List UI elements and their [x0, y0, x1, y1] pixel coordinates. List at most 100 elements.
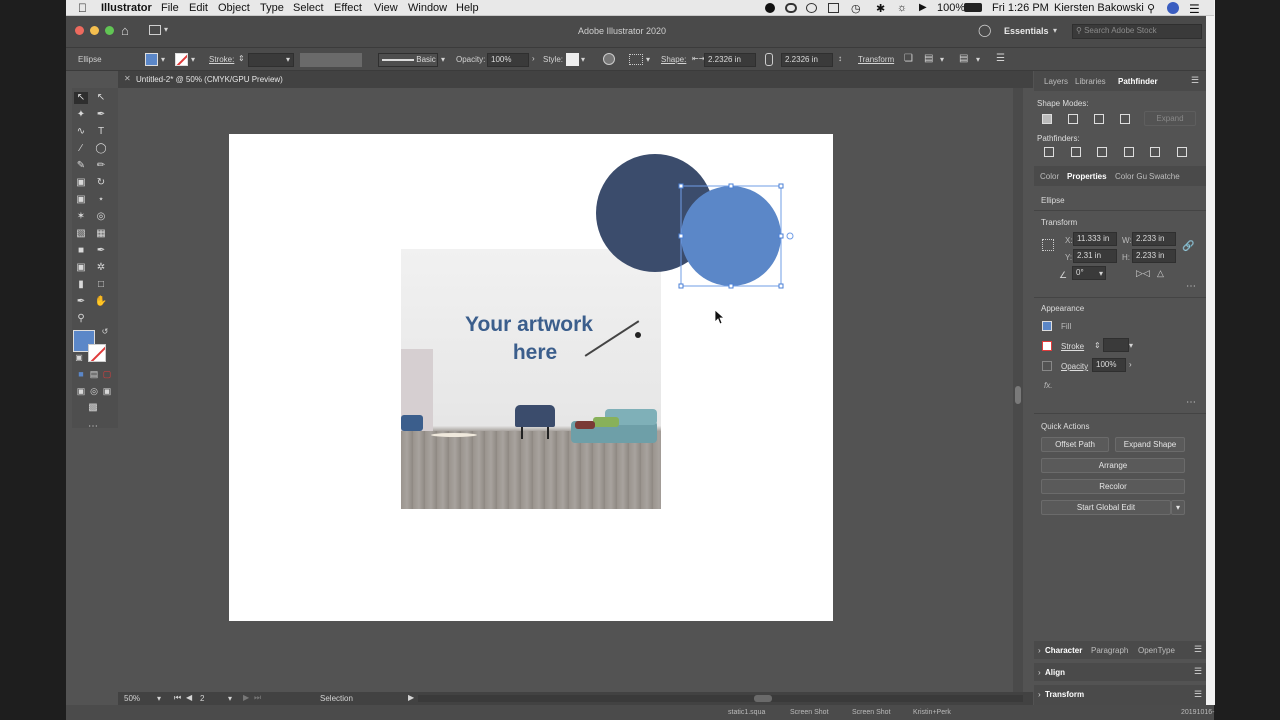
constrain-link-icon[interactable] — [765, 53, 773, 66]
stroke-stepper[interactable]: ⇕ — [1094, 341, 1101, 350]
status-tool-name[interactable]: Selection — [320, 694, 353, 703]
tab-opentype[interactable]: OpenType — [1138, 646, 1175, 655]
paintbrush-tool-icon[interactable]: ✎ — [74, 160, 88, 172]
wifi-icon[interactable]: ☼ — [897, 2, 907, 14]
line-tool-icon[interactable]: ∕ — [74, 143, 88, 155]
chevron-down-icon[interactable]: ▾ — [1171, 500, 1185, 515]
eye-icon[interactable] — [806, 3, 817, 13]
tab-align[interactable]: Align — [1045, 668, 1065, 677]
desktop-file[interactable]: static1.squa — [728, 709, 765, 716]
variable-width-profile[interactable] — [300, 53, 362, 67]
menu-effect[interactable]: Effect — [334, 2, 362, 14]
align-grid-icon[interactable] — [629, 54, 643, 65]
hand-tool-icon[interactable]: ✋ — [94, 296, 108, 308]
close-tab-icon[interactable]: ✕ — [124, 74, 131, 83]
recolor-artwork-icon[interactable] — [603, 53, 615, 65]
pie-widget-handle[interactable] — [786, 232, 794, 240]
merge-icon[interactable] — [1097, 147, 1107, 157]
eyedropper-tool-icon[interactable]: ✒ — [94, 245, 108, 257]
chevron-right-icon[interactable]: › — [1129, 360, 1132, 369]
opacity-appearance-input[interactable]: 100% — [1092, 358, 1126, 372]
menu-clock[interactable]: Fri 1:26 PM — [992, 2, 1049, 14]
desktop-file[interactable]: Screen Shot — [852, 709, 891, 716]
more-tools-icon[interactable]: ⋯ — [86, 421, 100, 433]
transform-link[interactable]: Transform — [858, 55, 894, 64]
stroke-label[interactable]: Stroke: — [209, 55, 234, 64]
opacity-appearance-label[interactable]: Opacity — [1061, 362, 1088, 371]
chevron-down-icon[interactable]: ▾ — [441, 55, 445, 64]
graphic-style-swatch[interactable] — [566, 53, 579, 66]
spotlight-icon[interactable]: ⚲ — [1147, 2, 1155, 15]
tab-libraries[interactable]: Libraries — [1075, 77, 1106, 86]
close-window-button[interactable] — [75, 26, 84, 35]
apple-icon[interactable]:  — [78, 1, 87, 15]
tab-transform[interactable]: Transform — [1045, 690, 1084, 699]
column-graph-tool-icon[interactable]: ▮ — [74, 279, 88, 291]
screen-icon[interactable] — [828, 3, 839, 13]
next-artboard-icon[interactable]: ▶ — [243, 693, 249, 702]
more-options-icon[interactable]: ⋯ — [1186, 281, 1196, 292]
tab-color-guide[interactable]: Color Gu — [1115, 172, 1147, 181]
blend-tool-icon[interactable]: ▣ — [74, 262, 88, 274]
width-tool-icon[interactable]: ⋆ — [94, 194, 108, 206]
panel-menu-icon[interactable]: ☰ — [1191, 75, 1199, 86]
eraser-tool-icon[interactable]: ▣ — [74, 177, 88, 189]
gradient-mode-icon[interactable]: ▤ — [87, 368, 101, 380]
horizontal-scrollbar[interactable] — [418, 695, 1023, 702]
shape-label[interactable]: Shape: — [661, 55, 686, 64]
collapse-icon[interactable]: › — [1038, 690, 1041, 699]
offset-path-button[interactable]: Offset Path — [1041, 437, 1109, 452]
fx-icon[interactable]: fx. — [1044, 381, 1052, 390]
ellipse-tool-icon[interactable]: ◯ — [94, 143, 108, 155]
crop-icon[interactable] — [1124, 147, 1134, 157]
chevron-down-icon[interactable]: ▾ — [157, 694, 161, 703]
puppet-warp-tool-icon[interactable]: ✶ — [74, 211, 88, 223]
chevron-down-icon[interactable]: ▾ — [1129, 341, 1133, 350]
scale-tool-icon[interactable]: ▣ — [74, 194, 88, 206]
shape-builder-tool-icon[interactable]: ◎ — [94, 211, 108, 223]
chevron-down-icon[interactable]: ▾ — [1099, 269, 1103, 278]
tab-character[interactable]: Character — [1045, 646, 1082, 655]
chevron-right-icon[interactable]: ▶ — [408, 693, 414, 702]
expand-button[interactable]: Expand — [1144, 111, 1196, 126]
constrain-proportions-icon[interactable]: 🔗 — [1182, 241, 1194, 252]
shape-width-input[interactable]: 2.2326 in — [704, 53, 756, 67]
stroke-weight-field[interactable] — [1103, 338, 1129, 352]
panel-menu-icon[interactable]: ☰ — [1194, 644, 1202, 655]
curvature-tool-icon[interactable]: ∿ — [74, 126, 88, 138]
isolate-group-icon[interactable]: ❏ — [904, 53, 913, 64]
distribute-icon[interactable]: ▤ — [959, 53, 968, 64]
menu-object[interactable]: Object — [218, 2, 250, 14]
panel-menu-icon[interactable]: ☰ — [996, 53, 1005, 64]
recolor-button[interactable]: Recolor — [1041, 479, 1185, 494]
artboard[interactable]: Your artwork here — [229, 134, 833, 621]
artboard-number[interactable]: 2 — [200, 694, 204, 703]
zoom-level[interactable]: 50% — [124, 694, 140, 703]
menu-edit[interactable]: Edit — [189, 2, 208, 14]
chevron-down-icon[interactable]: ▾ — [228, 694, 232, 703]
chevron-down-icon[interactable]: ▾ — [161, 55, 165, 64]
chevron-down-icon[interactable]: ▾ — [286, 55, 290, 64]
collapse-icon[interactable]: › — [1038, 646, 1041, 655]
shape-height-input[interactable]: 2.2326 in — [781, 53, 833, 67]
draw-mode-icon[interactable]: ▣ — [74, 385, 88, 397]
start-global-edit-button[interactable]: Start Global Edit — [1041, 500, 1171, 515]
none-mode-icon[interactable]: ▢ — [100, 368, 114, 380]
trim-icon[interactable] — [1071, 147, 1081, 157]
minus-back-icon[interactable] — [1177, 147, 1187, 157]
tab-swatches[interactable]: Swatche — [1149, 172, 1180, 181]
color-mode-icon[interactable]: ■ — [74, 368, 88, 380]
collapse-icon[interactable]: › — [1038, 668, 1041, 677]
fill-swatch[interactable] — [145, 53, 158, 66]
type-tool-icon[interactable]: T — [94, 126, 108, 138]
chevron-down-icon[interactable]: ▾ — [646, 55, 650, 64]
symbol-sprayer-tool-icon[interactable]: ✲ — [94, 262, 108, 274]
lightbulb-icon[interactable]: ◯ — [978, 23, 991, 37]
stock-search-input[interactable]: ⚲ Search Adobe Stock — [1072, 24, 1202, 39]
draw-inside-icon[interactable]: ▣ — [100, 385, 114, 397]
creative-cloud-icon[interactable] — [785, 3, 797, 13]
chevron-down-icon[interactable]: ▾ — [940, 55, 944, 64]
document-tab[interactable]: Untitled-2* @ 50% (CMYK/GPU Preview) — [136, 75, 283, 84]
w-input[interactable]: 2.233 in — [1132, 232, 1176, 246]
pencil-tool-icon[interactable]: ✏ — [94, 160, 108, 172]
